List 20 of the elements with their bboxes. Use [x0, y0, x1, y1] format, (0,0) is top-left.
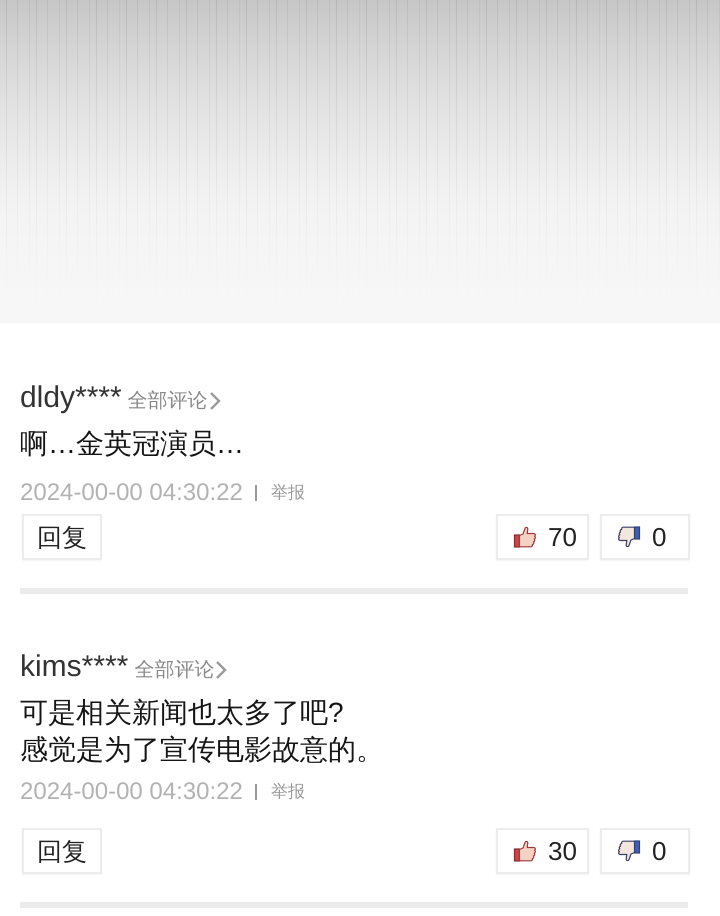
dislike-button[interactable]: 0	[600, 828, 690, 874]
reply-button[interactable]: 回复	[22, 828, 102, 874]
all-comments-link[interactable]: 全部评论	[128, 389, 221, 413]
timestamp: 2024-00-00 04:30:22	[20, 777, 243, 807]
username: kims****	[20, 649, 128, 685]
all-comments-link[interactable]: 全部评论	[134, 658, 228, 682]
dislike-button[interactable]: 0	[600, 514, 690, 560]
like-button[interactable]: 30	[496, 828, 589, 874]
chevron-right-icon	[208, 392, 221, 410]
comment-text: 可是相关新闻也太多了吧? 感觉是为了宣传电影故意的。	[20, 696, 385, 767]
thumbs-up-icon	[513, 525, 537, 549]
timestamp: 2024-00-00 04:30:22	[20, 478, 243, 508]
thumbs-down-icon	[617, 839, 641, 863]
thumbs-up-icon	[513, 839, 537, 863]
chevron-right-icon	[215, 661, 228, 679]
comment-text: 啊…金英冠演员…	[20, 427, 245, 461]
like-button[interactable]: 70	[496, 514, 589, 560]
username: dldy****	[20, 380, 122, 416]
thumbs-down-icon	[617, 525, 641, 549]
reply-button[interactable]: 回复	[22, 514, 102, 560]
